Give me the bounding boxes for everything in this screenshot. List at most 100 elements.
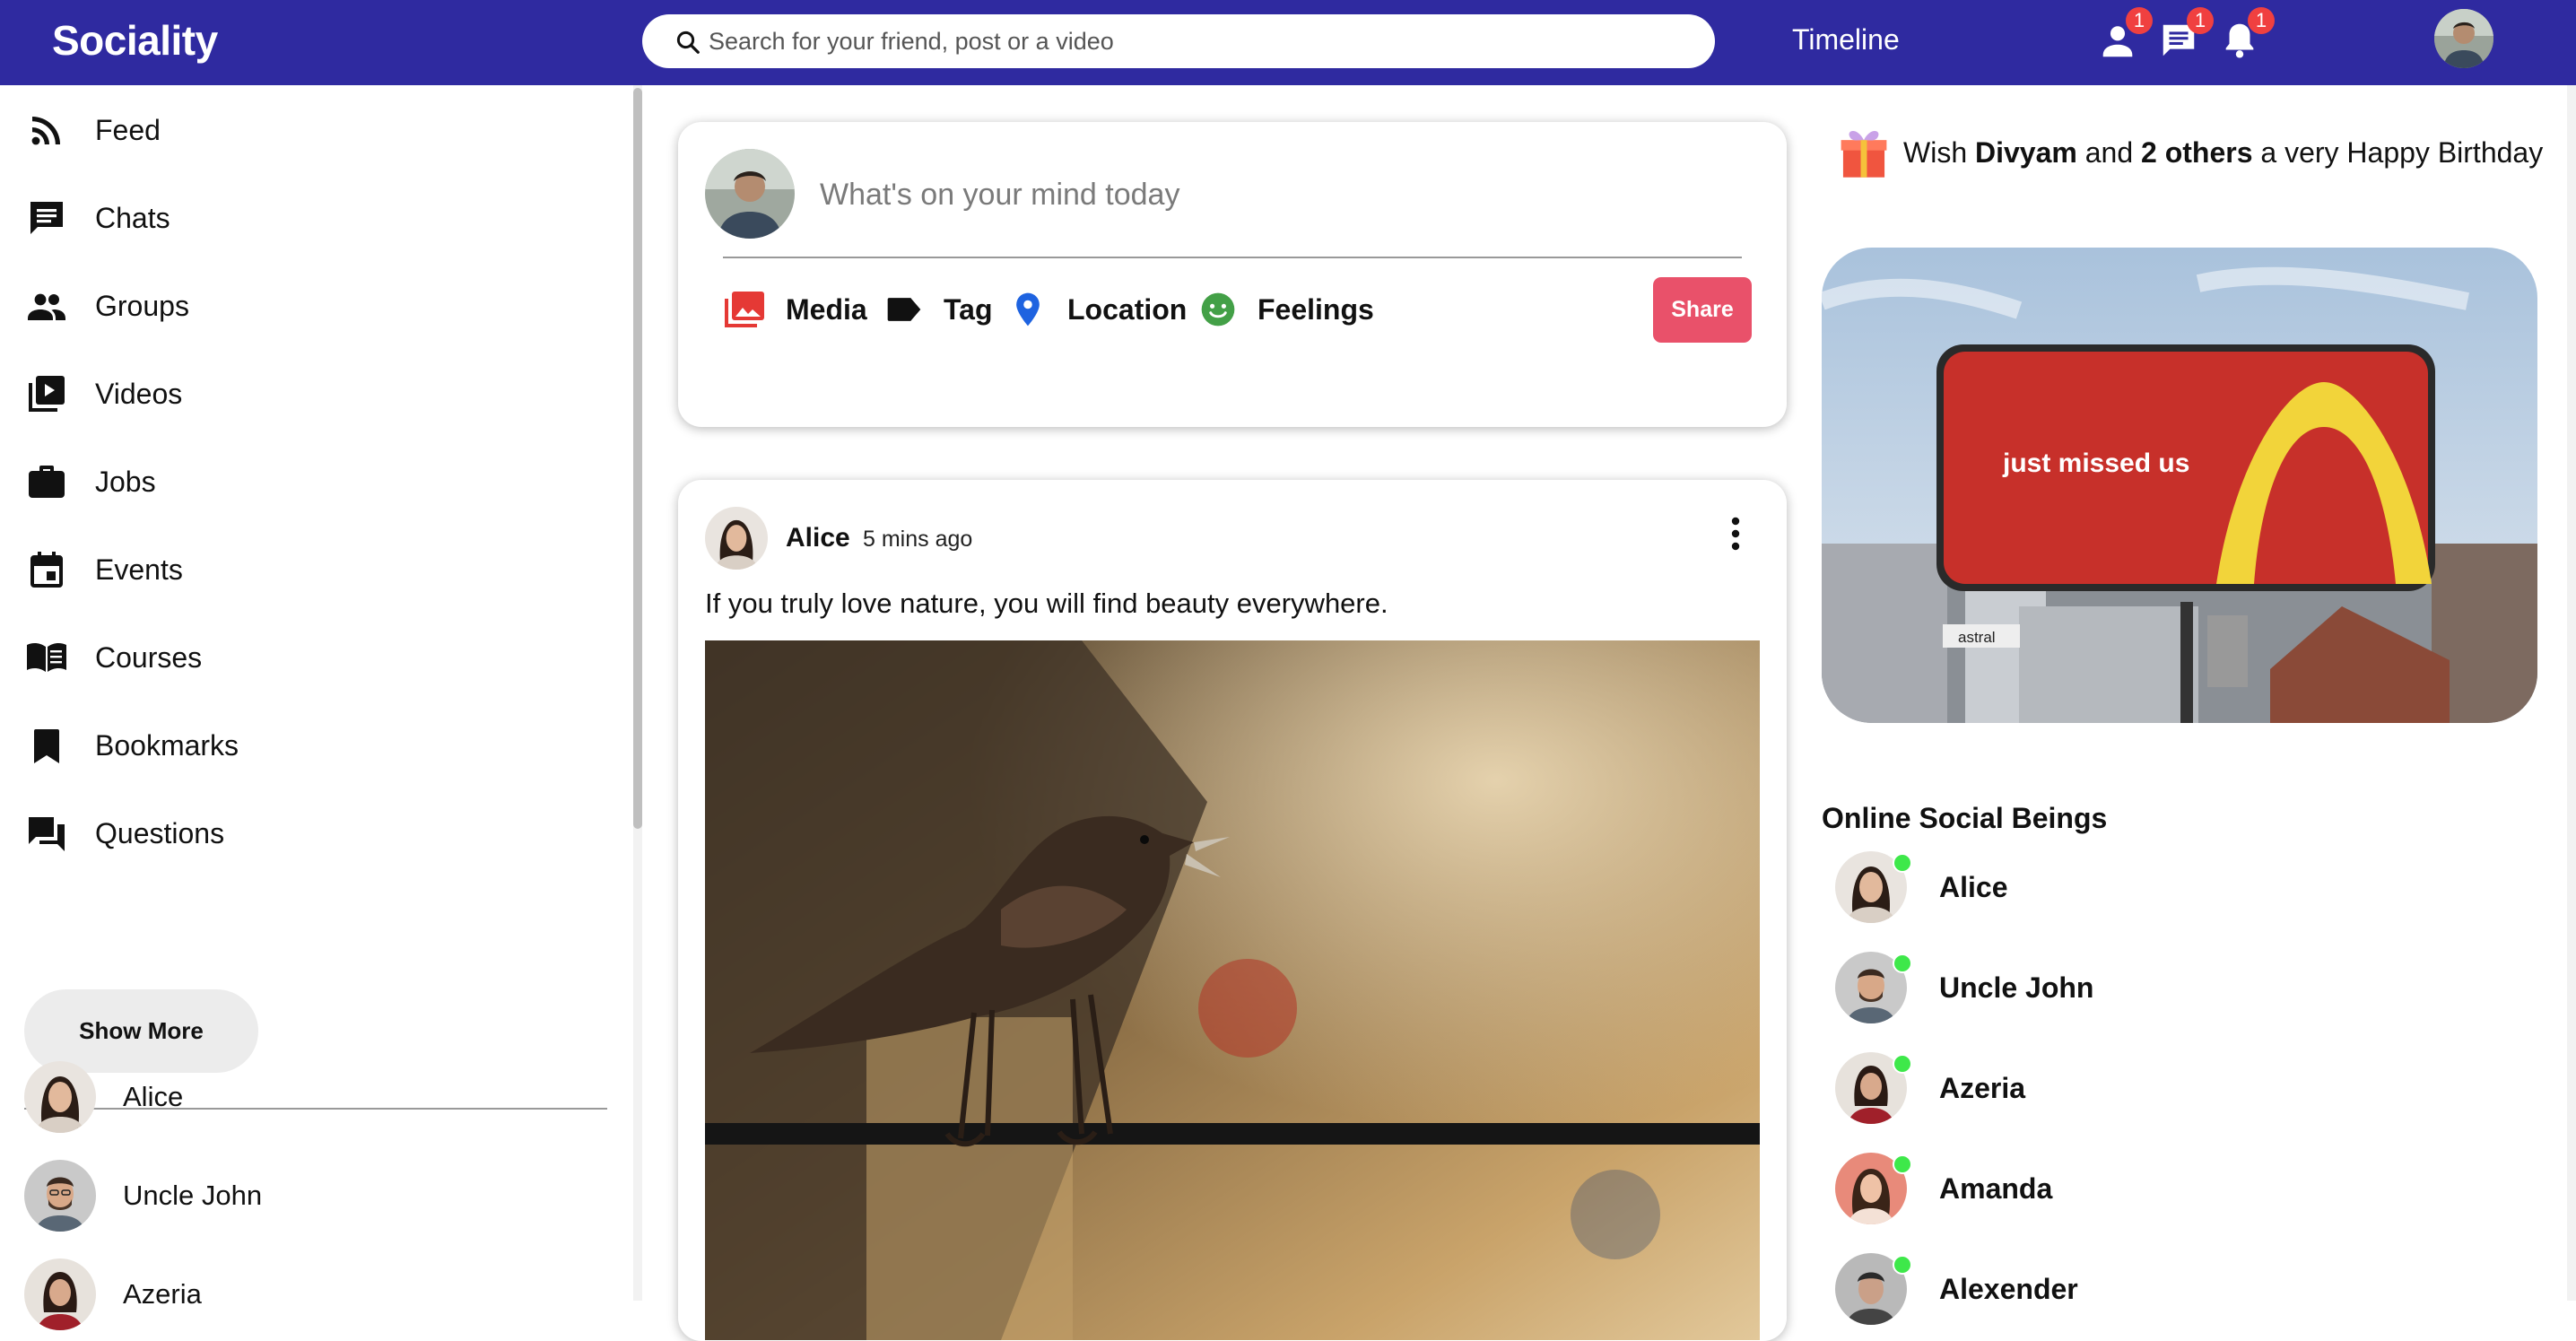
sidebar-item-label: Events <box>95 553 183 586</box>
advertisement-image[interactable]: just missed us astral <box>1822 248 2537 723</box>
billboard-ad: just missed us astral <box>1822 248 2537 723</box>
online-friend-item[interactable]: Alexender <box>1835 1253 2078 1325</box>
notifications-button[interactable]: 1 <box>2219 7 2275 65</box>
feelings-label: Feelings <box>1258 292 1374 326</box>
sidebar-item-jobs[interactable]: Jobs <box>25 450 563 513</box>
online-friend-item[interactable]: Amanda <box>1835 1153 2052 1224</box>
location-option[interactable]: Location <box>1008 287 1187 332</box>
location-pin-icon <box>1016 292 1040 327</box>
sidebar-item-label: Courses <box>95 640 203 674</box>
question-forum-icon <box>29 817 65 851</box>
media-option[interactable]: Media <box>723 287 867 332</box>
notifications-badge: 1 <box>2248 7 2275 34</box>
app-logo[interactable]: Sociality <box>52 16 218 65</box>
briefcase-icon <box>29 466 65 498</box>
share-card: Media Tag Location Feelings Share <box>678 122 1787 427</box>
location-label: Location <box>1067 292 1188 326</box>
birthday-reminder[interactable]: Wish Divyam and 2 others a very Happy Bi… <box>1839 121 2543 184</box>
friend-requests-badge: 1 <box>2126 7 2153 34</box>
online-friend-name: Azeria <box>1939 1071 2026 1104</box>
sidebar-item-label: Jobs <box>95 465 156 498</box>
online-friend-name: Alice <box>1939 870 2008 903</box>
media-label: Media <box>786 292 867 326</box>
bird-photo <box>705 640 1760 1340</box>
sidebar-item-groups[interactable]: Groups <box>25 274 563 337</box>
online-status-dot <box>1893 1255 1912 1275</box>
online-status-dot <box>1893 853 1912 873</box>
online-friend-name: Amanda <box>1939 1171 2053 1205</box>
left-sidebar: Feed Chats Groups Videos Jobs Events Cou… <box>0 85 628 1330</box>
gift-icon <box>1841 131 1887 178</box>
sidebar-item-feed[interactable]: Feed <box>25 99 563 161</box>
chat-icon <box>30 202 63 234</box>
friend-item[interactable]: Azeria <box>24 1258 202 1330</box>
post-input[interactable] <box>820 172 1717 217</box>
online-friend-item[interactable]: Alice <box>1835 851 2007 923</box>
online-status-dot <box>1893 954 1912 973</box>
sidebar-scrollbar-thumb[interactable] <box>633 88 642 829</box>
share-button[interactable]: Share <box>1653 277 1752 343</box>
sign-text: astral <box>1958 629 1996 646</box>
search-bar[interactable] <box>642 14 1715 68</box>
online-friend-name: Uncle John <box>1939 971 2094 1004</box>
sidebar-item-label: Groups <box>95 289 189 322</box>
more-options-button[interactable] <box>1729 516 1742 552</box>
calendar-icon <box>30 552 63 588</box>
label-icon <box>887 298 921 321</box>
online-status-dot <box>1893 1054 1912 1074</box>
online-friends-title: Online Social Beings <box>1822 802 2108 834</box>
avatar <box>705 149 795 239</box>
birthday-text: Wish Divyam and 2 others a very Happy Bi… <box>1903 135 2544 169</box>
avatar <box>24 1258 96 1330</box>
avatar <box>24 1061 96 1133</box>
sidebar-item-questions[interactable]: Questions <box>25 802 563 865</box>
photo-library-icon <box>725 292 764 327</box>
post-card: Alice 5 mins ago If you truly love natur… <box>678 480 1787 1341</box>
friend-name: Uncle John <box>123 1180 263 1211</box>
share-divider <box>723 257 1742 258</box>
page-scrollbar-track[interactable] <box>2567 85 2576 1301</box>
post-author[interactable]: Alice <box>786 523 850 553</box>
user-photo <box>2434 9 2493 68</box>
friend-item[interactable]: Uncle John <box>24 1160 262 1232</box>
more-vertical-icon <box>1731 517 1740 551</box>
avatar[interactable] <box>705 507 768 570</box>
sidebar-item-chats[interactable]: Chats <box>25 187 563 249</box>
video-library-icon <box>29 376 65 412</box>
tag-label: Tag <box>944 292 993 326</box>
messages-badge: 1 <box>2187 7 2214 34</box>
friend-requests-button[interactable]: 1 <box>2097 7 2153 65</box>
bookmark-icon <box>34 729 59 763</box>
online-status-dot <box>1893 1154 1912 1174</box>
search-icon <box>676 30 700 54</box>
sidebar-item-videos[interactable]: Videos <box>25 362 563 425</box>
sidebar-item-label: Bookmarks <box>95 728 239 762</box>
post-image[interactable] <box>705 640 1760 1340</box>
sidebar-item-courses[interactable]: Courses <box>25 626 563 689</box>
messages-button[interactable]: 1 <box>2158 7 2214 65</box>
group-icon <box>28 293 65 320</box>
online-friend-item[interactable]: Uncle John <box>1835 952 2093 1023</box>
avatar <box>24 1160 96 1232</box>
feelings-option[interactable]: Feelings <box>1198 287 1374 332</box>
profile-avatar[interactable] <box>2434 9 2493 68</box>
tag-option[interactable]: Tag <box>884 287 993 332</box>
search-input[interactable] <box>709 18 1695 65</box>
billboard-text: just missed us <box>2002 448 2189 478</box>
timeline-link[interactable]: Timeline <box>1792 23 1900 57</box>
sidebar-item-label: Chats <box>95 201 170 234</box>
online-friend-item[interactable]: Azeria <box>1835 1052 2025 1124</box>
friend-name: Azeria <box>123 1278 202 1310</box>
sidebar-item-label: Feed <box>95 113 161 146</box>
sidebar-item-events[interactable]: Events <box>25 538 563 601</box>
sidebar-item-bookmarks[interactable]: Bookmarks <box>25 714 563 777</box>
rss-feed-icon <box>31 117 60 145</box>
post-text: If you truly love nature, you will find … <box>705 588 1388 619</box>
book-icon <box>27 642 66 672</box>
top-navbar: Sociality Timeline 1 1 1 <box>0 0 2576 85</box>
friend-item[interactable]: Alice <box>24 1061 183 1133</box>
smiley-icon <box>1201 292 1235 327</box>
sidebar-item-label: Questions <box>95 816 225 849</box>
friend-name: Alice <box>123 1081 184 1112</box>
sidebar-item-label: Videos <box>95 377 183 410</box>
